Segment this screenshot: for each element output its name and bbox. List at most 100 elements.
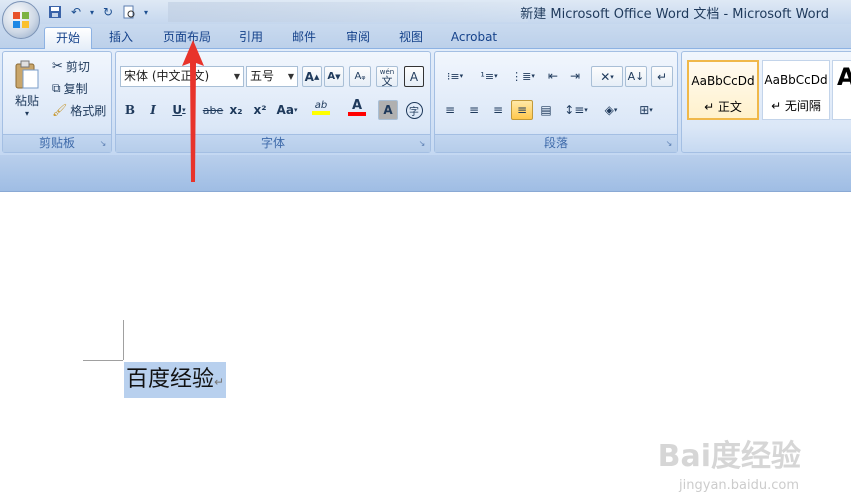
grow-font-button[interactable]: A ▲ [302, 66, 322, 87]
customize-qat-icon[interactable]: ▾ [141, 3, 151, 21]
subscript-button[interactable]: x₂ [226, 100, 246, 120]
tab-insert[interactable]: 插入 [100, 27, 142, 49]
phonetic-guide-button[interactable]: wén 文 [376, 66, 398, 87]
style-sample: AaBbCcDd [764, 73, 828, 87]
shrink-font-icon: A [327, 71, 336, 82]
copy-label: 复制 [63, 81, 88, 96]
sort-button[interactable]: A↓ [625, 66, 647, 87]
font-color-icon: A [351, 98, 363, 113]
clear-format-button[interactable]: Aᵩ [349, 66, 371, 87]
document-text: 百度经验 [126, 367, 215, 392]
grow-font-icon: A [304, 69, 314, 84]
increase-indent-button[interactable]: ⇥ [565, 66, 585, 86]
chevron-down-icon: ▼ [287, 72, 295, 81]
cut-label: 剪切 [65, 59, 90, 74]
tab-view[interactable]: 视图 [390, 27, 432, 49]
align-right-icon: ≡ [492, 103, 504, 117]
bullets-button[interactable]: ⁝≡ ▾ [439, 66, 471, 86]
tab-review[interactable]: 审阅 [337, 27, 379, 49]
undo-dropdown-icon[interactable]: ▾ [88, 3, 96, 21]
chevron-down-icon: ▼ [233, 72, 241, 81]
char-shading-icon: A [383, 103, 393, 117]
eraser-icon: Aᵩ [354, 71, 366, 82]
margin-corner-horizontal [83, 360, 123, 361]
font-color-button[interactable]: A [342, 98, 372, 118]
style-no-spacing[interactable]: AaBbCcDd ↵ 无间隔 [762, 60, 830, 120]
copy-button[interactable]: ⧉ 复制 [51, 78, 89, 98]
borders-icon: ⊞ [639, 103, 650, 117]
shrink-font-button[interactable]: A ▼ [324, 66, 344, 87]
font-group: 宋体 (中文正文) ▼ 五号 ▼ A▲ A▼ Aᵩ wén 文 A B I [115, 51, 431, 153]
red-arrow-annotation [182, 40, 204, 182]
paragraph-group-label: 段落 [435, 134, 677, 152]
print-preview-icon[interactable] [120, 3, 138, 21]
shading-button[interactable]: ◈ ▾ [595, 100, 627, 120]
char-shading-button[interactable]: A [378, 100, 398, 120]
tab-acrobat[interactable]: Acrobat [444, 27, 504, 49]
align-center-icon: ≡ [468, 103, 480, 117]
window-title: 新建 Microsoft Office Word 文档 - Microsoft … [520, 7, 829, 22]
italic-button[interactable]: I [143, 100, 163, 120]
line-spacing-button[interactable]: ↕≡ ▾ [561, 100, 591, 120]
save-icon[interactable] [46, 3, 64, 21]
multilevel-list-button[interactable]: ⋮≣ ▾ [507, 66, 539, 86]
tab-home[interactable]: 开始 [44, 27, 92, 50]
tab-mailings[interactable]: 邮件 [283, 27, 325, 49]
style-sample: A [833, 63, 851, 91]
highlight-color-bar [312, 111, 330, 115]
style-sample: AaBbCcDd [691, 74, 755, 88]
ribbon: 粘贴 ▾ ✂ 剪切 ⧉ 复制 🖌 格式刷 剪贴板 ↘ 宋体 (中文正文) ▼ 五… [0, 49, 851, 155]
style-heading-1[interactable]: A [832, 60, 851, 120]
superscript-button[interactable]: x² [250, 100, 270, 120]
paragraph-mark: ↵ [214, 375, 225, 389]
paste-label: 粘贴 [14, 94, 39, 108]
paragraph-group: ⁝≡ ▾ ¹≡ ▾ ⋮≣ ▾ ⇤ ⇥ ✕ ▾ A↓ ↵ ≡ ≡ ≡ ≡ ▤ ↕≡… [434, 51, 678, 153]
office-button[interactable] [2, 1, 40, 39]
redo-icon[interactable]: ↻ [99, 3, 117, 21]
font-size-combo[interactable]: 五号 ▼ [246, 66, 298, 87]
undo-icon[interactable]: ↶ [67, 3, 85, 21]
justify-icon: ≡ [516, 103, 528, 117]
enclose-char-icon: 字 [405, 101, 423, 119]
borders-button[interactable]: ⊞ ▾ [631, 100, 661, 120]
show-marks-button[interactable]: ↵ [651, 66, 673, 87]
paste-button[interactable]: 粘贴 ▾ [7, 56, 47, 122]
selected-document-text[interactable]: 百度经验↵ [124, 362, 227, 398]
paragraph-launcher-icon[interactable]: ↘ [664, 139, 674, 149]
align-right-button[interactable]: ≡ [487, 100, 509, 120]
decrease-indent-button[interactable]: ⇤ [543, 66, 563, 86]
char-border-button[interactable]: A [404, 66, 424, 87]
distributed-button[interactable]: ▤ [535, 100, 557, 120]
superscript-icon: x² [253, 103, 267, 117]
clipboard-group-label: 剪贴板 [3, 134, 111, 152]
clipboard-launcher-icon[interactable]: ↘ [98, 139, 108, 149]
chinese-layout-button[interactable]: ✕ ▾ [591, 66, 623, 87]
document-area[interactable]: 百度经验↵ Bai度经验 jingyan.baidu.com [0, 192, 851, 499]
change-case-button[interactable]: Aa ▾ [274, 100, 300, 120]
enclose-char-button[interactable]: 字 [404, 100, 424, 120]
bullet-list-icon: ⁝≡ [446, 69, 460, 83]
highlight-button[interactable]: ab [306, 98, 336, 118]
quick-access-toolbar: ↶ ▾ ↻ ▾ [46, 2, 151, 22]
font-launcher-icon[interactable]: ↘ [417, 139, 427, 149]
tab-references[interactable]: 引用 [230, 27, 272, 49]
ruler-band [0, 155, 851, 192]
format-painter-label: 格式刷 [70, 103, 107, 118]
style-normal[interactable]: AaBbCcDd ↵ 正文 [687, 60, 759, 120]
font-size-value: 五号 [250, 69, 275, 83]
copy-icon: ⧉ [52, 80, 61, 95]
cut-button[interactable]: ✂ 剪切 [51, 56, 91, 76]
watermark-logo: Bai度经验 [657, 439, 801, 474]
subscript-icon: x₂ [229, 103, 243, 117]
clipboard-group: 粘贴 ▾ ✂ 剪切 ⧉ 复制 🖌 格式刷 剪贴板 ↘ [2, 51, 112, 153]
align-left-button[interactable]: ≡ [439, 100, 461, 120]
format-painter-button[interactable]: 🖌 格式刷 [51, 100, 107, 120]
align-center-button[interactable]: ≡ [463, 100, 485, 120]
justify-button[interactable]: ≡ [511, 100, 533, 120]
pilcrow-icon: ↵ [656, 69, 668, 84]
style-name: ↵ 正文 [704, 100, 742, 114]
bold-button[interactable]: B [120, 100, 140, 120]
font-group-label: 字体 [116, 134, 430, 152]
numbering-button[interactable]: ¹≡ ▾ [473, 66, 505, 86]
sort-icon: A↓ [627, 70, 645, 83]
